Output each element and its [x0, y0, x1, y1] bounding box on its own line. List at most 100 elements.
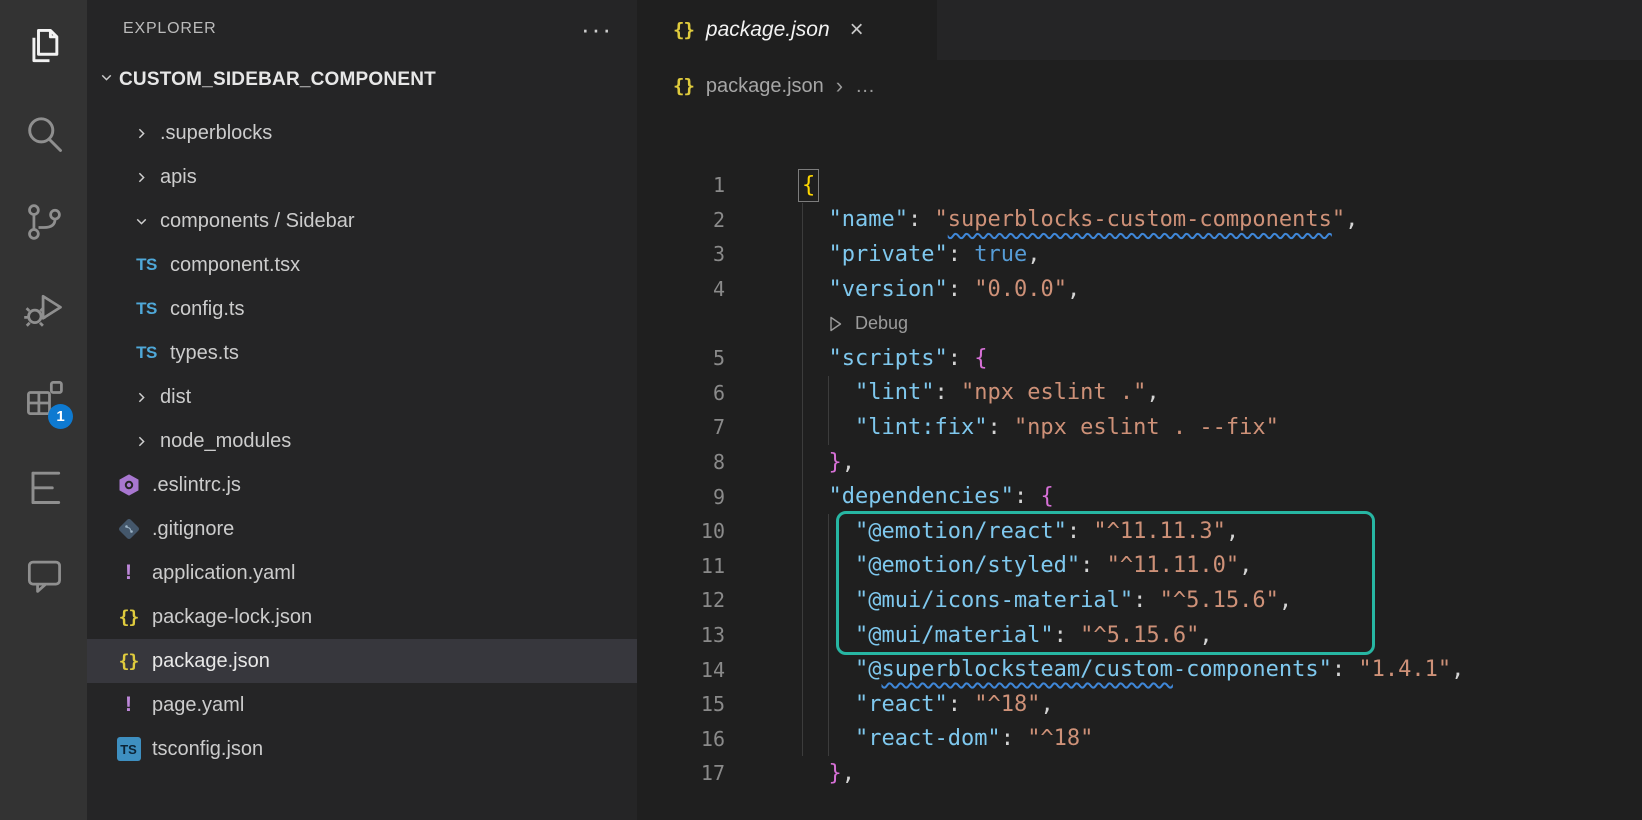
line-number: 7	[712, 415, 725, 440]
code-line-9[interactable]: 9 "dependencies": {	[637, 479, 1642, 514]
code-line-8[interactable]: 8 },	[637, 445, 1642, 480]
line-number: 15	[700, 692, 725, 717]
tree-item-.eslintrc.js[interactable]: .eslintrc.js	[87, 463, 637, 507]
search-icon	[27, 117, 62, 152]
typescript-icon: TS	[136, 343, 157, 362]
tree-item-page.yaml[interactable]: ! page.yaml	[87, 683, 637, 727]
code-line-17[interactable]: 17 },	[637, 756, 1642, 791]
tab-package-json[interactable]: {} package.json ×	[637, 0, 937, 60]
run-debug-activity-button[interactable]	[0, 282, 87, 370]
json-braces-icon: {}	[118, 606, 140, 628]
tree-item-config.ts[interactable]: TS config.ts	[87, 287, 637, 331]
editor-group: {} package.json × {} package.json › … 1{…	[637, 0, 1642, 820]
chevron-right-icon	[130, 433, 152, 450]
tree-item-label: node_modules	[160, 429, 292, 452]
codelens-label: Debug	[855, 313, 909, 334]
chevron-right-icon	[130, 389, 152, 406]
code-line-10[interactable]: 10 "@emotion/react": "^11.11.3",	[637, 514, 1642, 549]
tree-item-application.yaml[interactable]: ! application.yaml	[87, 551, 637, 595]
explorer-more-actions-button[interactable]: ···	[581, 16, 613, 42]
code-editor: 1{2 "name": "superblocks-custom-componen…	[637, 112, 1642, 791]
debug-icon	[23, 294, 62, 327]
tree-item-label: components / Sidebar	[160, 209, 355, 232]
tab-label: package.json	[705, 18, 830, 41]
tab-close-icon[interactable]: ×	[850, 18, 864, 42]
chevron-down-icon	[130, 213, 152, 230]
tree-item-components-sidebar[interactable]: components / Sidebar	[87, 199, 637, 243]
tree-item-dist[interactable]: dist	[87, 375, 637, 419]
code-lines: 1{2 "name": "superblocks-custom-componen…	[637, 168, 1642, 791]
line-number: 10	[700, 519, 725, 544]
file-tree: .superblocks apis components / Sidebar TS co…	[87, 111, 637, 771]
eslint-icon	[119, 474, 138, 496]
tree-item-.gitignore[interactable]: .gitignore	[87, 507, 637, 551]
code-line-1[interactable]: 1{	[637, 168, 1642, 203]
tree-item-label: application.yaml	[152, 561, 296, 584]
codelens-debug-action[interactable]: Debug	[637, 313, 908, 334]
outline-list-icon	[31, 471, 60, 504]
line-number: 13	[700, 623, 725, 648]
root-folder-label: CUSTOM_SIDEBAR_COMPONENT	[119, 69, 436, 90]
explorer-title: EXPLORER	[123, 20, 217, 37]
code-line-11[interactable]: 11 "@emotion/styled": "^11.11.0",	[637, 549, 1642, 584]
line-number: 3	[712, 242, 725, 267]
code-line-3[interactable]: 3 "private": true,	[637, 237, 1642, 272]
tree-item-label: .superblocks	[160, 121, 273, 144]
breadcrumb-separator: ›	[835, 73, 844, 98]
code-line-14[interactable]: 14 "@superblocksteam/custom-components":…	[637, 652, 1642, 687]
tree-item-label: page.yaml	[152, 693, 245, 716]
tree-item-package.json[interactable]: {} package.json	[87, 639, 637, 683]
explorer-activity-button[interactable]	[0, 18, 87, 106]
tree-item-component.tsx[interactable]: TS component.tsx	[87, 243, 637, 287]
code-line-6[interactable]: 6 "lint": "npx eslint .",	[637, 376, 1642, 411]
code-line-2[interactable]: 2 "name": "superblocks-custom-components…	[637, 203, 1642, 238]
outline-list-activity-button[interactable]	[0, 458, 87, 546]
tree-item-types.ts[interactable]: TS types.ts	[87, 331, 637, 375]
indent-guide	[802, 202, 803, 757]
chat-activity-button[interactable]	[0, 546, 87, 634]
code-line-12[interactable]: 12 "@mui/icons-material": "^5.15.6",	[637, 583, 1642, 618]
source-control-activity-button[interactable]	[0, 194, 87, 282]
tree-item-package-lock.json[interactable]: {} package-lock.json	[87, 595, 637, 639]
line-number: 14	[700, 657, 725, 682]
tree-item-label: .eslintrc.js	[152, 473, 241, 496]
json-braces-icon: {}	[118, 650, 140, 672]
tree-item-node-modules[interactable]: node_modules	[87, 419, 637, 463]
line-number: 12	[700, 588, 725, 613]
json-braces-icon: {}	[673, 75, 695, 97]
tree-item-label: component.tsx	[170, 253, 301, 276]
tree-item-label: apis	[160, 165, 197, 188]
tree-root-folder[interactable]: CUSTOM_SIDEBAR_COMPONENT	[87, 58, 637, 102]
code-line-15[interactable]: 15 "react": "^18",	[637, 687, 1642, 722]
tree-item-.superblocks[interactable]: .superblocks	[87, 111, 637, 155]
line-number: 8	[712, 450, 725, 475]
indent-guide	[828, 514, 829, 756]
extensions-activity-button[interactable]: 1	[0, 370, 87, 458]
code-line-13[interactable]: 13 "@mui/material": "^5.15.6",	[637, 618, 1642, 653]
yaml-icon: !	[125, 693, 132, 716]
chevron-right-icon	[130, 169, 152, 186]
extensions-badge: 1	[48, 404, 73, 429]
code-line-16[interactable]: 16 "react-dom": "^18"	[637, 722, 1642, 757]
code-line-7[interactable]: 7 "lint:fix": "npx eslint . --fix"	[637, 410, 1642, 445]
tree-item-label: package-lock.json	[152, 605, 313, 628]
typescript-icon: TS	[136, 255, 157, 274]
tree-item-tsconfig.json[interactable]: TS tsconfig.json	[87, 727, 637, 771]
breadcrumb-more[interactable]: …	[855, 75, 875, 98]
breadcrumb: {} package.json › …	[637, 60, 1642, 112]
search-activity-button[interactable]	[0, 106, 87, 194]
explorer-header: EXPLORER ···	[87, 0, 637, 58]
line-number: 5	[712, 346, 725, 371]
play-outline-icon	[830, 316, 842, 331]
tree-item-label: package.json	[152, 649, 270, 672]
code-line-5[interactable]: 5 "scripts": {	[637, 341, 1642, 376]
activity-bar: 1	[0, 0, 87, 820]
line-number: 4	[712, 277, 725, 302]
typescript-icon: TS	[136, 299, 157, 318]
tree-item-apis[interactable]: apis	[87, 155, 637, 199]
tsconfig-icon: TS	[116, 737, 141, 761]
explorer-sidebar: EXPLORER ··· CUSTOM_SIDEBAR_COMPONENT .s…	[87, 0, 637, 820]
breadcrumb-file[interactable]: package.json	[706, 75, 824, 98]
code-line-4[interactable]: 4 "version": "0.0.0",	[637, 272, 1642, 307]
line-number: 2	[712, 207, 725, 232]
